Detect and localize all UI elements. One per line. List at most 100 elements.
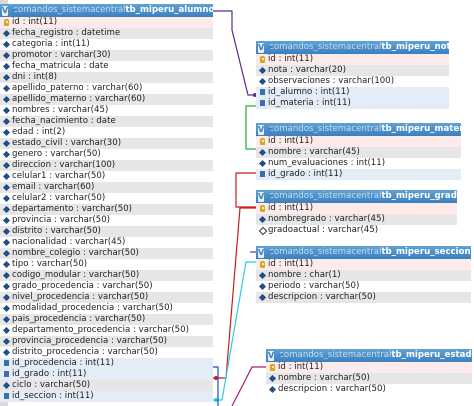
- filled-diamond-icon: [2, 40, 11, 49]
- relation-alumnos-seccion[interactable]: [213, 261, 256, 401]
- column-row[interactable]: descripcion : varchar(50): [266, 384, 472, 395]
- column-row[interactable]: promotor : varchar(30): [0, 50, 213, 61]
- column-row[interactable]: celular1 : varchar(50): [0, 171, 213, 182]
- column-row[interactable]: departamento : varchar(50): [0, 204, 213, 215]
- column-row[interactable]: grado_procedencia : varchar(50): [0, 281, 213, 292]
- database-name: comandos_sistemacentral: [279, 350, 392, 360]
- column-label: descripcion : varchar(50): [278, 384, 386, 394]
- table-tb-miperu-secciones[interactable]: V comandos_sistemacentral tb_miperu_secci…: [256, 246, 471, 303]
- table-header[interactable]: V comandos_sistemacentraltb_miperu_notas: [256, 41, 449, 54]
- column-label: nombre : varchar(45): [268, 147, 360, 157]
- table-tb-miperu-materias[interactable]: V comandos_sistemacentraltb_miperu_mater…: [256, 123, 461, 180]
- column-row[interactable]: observaciones : varchar(100): [256, 76, 449, 87]
- column-row[interactable]: provincia_procedencia : varchar(50): [0, 336, 213, 347]
- table-tb-miperu-alumnos[interactable]: V comandos_sistemacentral tb_miperu_alumn…: [0, 4, 213, 402]
- column-row[interactable]: id_grado : int(11): [256, 169, 461, 180]
- column-label: id_alumno : int(11): [268, 87, 350, 97]
- column-row[interactable]: id : int(11): [0, 17, 213, 28]
- close-icon[interactable]: V: [258, 124, 265, 135]
- column-label: provincia : varchar(50): [12, 215, 111, 225]
- filled-diamond-icon: [2, 282, 11, 291]
- column-row[interactable]: id_seccion : int(11): [0, 391, 213, 402]
- column-row[interactable]: gradoactual : varchar(45): [256, 225, 457, 236]
- table-tb-miperu-estados[interactable]: V comandos_sistemacentral tb_miperu_estad…: [266, 349, 472, 395]
- column-row[interactable]: fecha_registro : datetime: [0, 28, 213, 39]
- column-row[interactable]: edad : int(2): [0, 127, 213, 138]
- filled-diamond-icon: [268, 374, 277, 383]
- column-row[interactable]: id : int(11): [256, 203, 457, 214]
- index-square-icon: [260, 100, 265, 106]
- column-row[interactable]: id_alumno : int(11): [256, 87, 449, 98]
- column-row[interactable]: nota : varchar(20): [256, 65, 449, 76]
- column-row[interactable]: descripcion : varchar(50): [256, 292, 471, 303]
- column-row[interactable]: distrito : varchar(50): [0, 226, 213, 237]
- column-row[interactable]: id : int(11): [266, 362, 472, 373]
- column-row[interactable]: apellido_materno : varchar(60): [0, 94, 213, 105]
- column-row[interactable]: id_materia : int(11): [256, 98, 449, 109]
- column-row[interactable]: id : int(11): [256, 136, 461, 147]
- close-icon[interactable]: V: [258, 247, 265, 258]
- close-icon[interactable]: V: [258, 42, 265, 53]
- column-row[interactable]: nombre : varchar(45): [256, 147, 461, 158]
- column-row[interactable]: id_grado : int(11): [0, 369, 213, 380]
- column-row[interactable]: nombre_colegio : varchar(50): [0, 248, 213, 259]
- column-row[interactable]: nombre : varchar(50): [266, 373, 472, 384]
- column-label: id_grado : int(11): [268, 169, 343, 179]
- column-row[interactable]: apellido_paterno : varchar(60): [0, 83, 213, 94]
- column-row[interactable]: categoria : int(11): [0, 39, 213, 50]
- table-tb-miperu-grados[interactable]: V comandos_sistemacentraltb_miperu_grado…: [256, 190, 457, 236]
- database-name: comandos_sistemacentral: [269, 191, 382, 201]
- table-header[interactable]: V comandos_sistemacentral tb_miperu_estad…: [266, 349, 472, 362]
- column-row[interactable]: pais_procedencia : varchar(50): [0, 314, 213, 325]
- column-row[interactable]: provincia : varchar(50): [0, 215, 213, 226]
- column-row[interactable]: nacionalidad : varchar(45): [0, 237, 213, 248]
- index-square-icon: [4, 360, 9, 366]
- filled-diamond-icon: [2, 216, 11, 225]
- filled-diamond-icon: [268, 385, 277, 394]
- filled-diamond-icon: [2, 293, 11, 302]
- column-row[interactable]: id_procedencia : int(11): [0, 358, 213, 369]
- column-row[interactable]: dni : int(8): [0, 72, 213, 83]
- table-header[interactable]: V comandos_sistemacentral tb_miperu_alumn…: [0, 4, 213, 17]
- relation-materias-grado[interactable]: [235, 172, 258, 208]
- column-row[interactable]: nivel_procedencia : varchar(50): [0, 292, 213, 303]
- filled-diamond-icon: [2, 348, 11, 357]
- column-label: id_grado : int(11): [12, 369, 87, 379]
- table-header[interactable]: V comandos_sistemacentraltb_miperu_grado…: [256, 190, 457, 203]
- column-row[interactable]: num_evaluaciones : int(11): [256, 158, 461, 169]
- table-header[interactable]: V comandos_sistemacentraltb_miperu_mater…: [256, 123, 461, 136]
- column-row[interactable]: modalidad_procedencia : varchar(50): [0, 303, 213, 314]
- column-row[interactable]: fecha_nacimiento : date: [0, 116, 213, 127]
- column-row[interactable]: departamento_procedencia : varchar(50): [0, 325, 213, 336]
- table-name: tb_miperu_notas: [381, 42, 449, 52]
- table-tb-miperu-notas[interactable]: V comandos_sistemacentraltb_miperu_notas…: [256, 41, 449, 109]
- column-row[interactable]: genero : varchar(50): [0, 149, 213, 160]
- column-label: id : int(11): [12, 17, 58, 27]
- filled-diamond-icon: [2, 337, 11, 346]
- column-row[interactable]: distrito_procedencia : varchar(50): [0, 347, 213, 358]
- column-row[interactable]: estado_civil : varchar(30): [0, 138, 213, 149]
- relation-estados[interactable]: [231, 366, 266, 406]
- column-row[interactable]: email : varchar(60): [0, 182, 213, 193]
- column-label: departamento_procedencia : varchar(50): [12, 325, 189, 335]
- column-label: dni : int(8): [12, 72, 58, 82]
- relation-alumnos-grado[interactable]: [213, 207, 256, 379]
- column-row[interactable]: ciclo : varchar(50): [0, 380, 213, 391]
- column-row[interactable]: id : int(11): [256, 54, 449, 65]
- close-icon[interactable]: V: [2, 5, 9, 16]
- column-row[interactable]: direccion : varchar(100): [0, 160, 213, 171]
- column-label: celular2 : varchar(50): [12, 193, 106, 203]
- column-row[interactable]: nombregrado : varchar(45): [256, 214, 457, 225]
- column-row[interactable]: nombres : varchar(45): [0, 105, 213, 116]
- table-header[interactable]: V comandos_sistemacentral tb_miperu_secci…: [256, 246, 471, 259]
- column-row[interactable]: nombre : char(1): [256, 270, 471, 281]
- column-row[interactable]: codigo_modular : varchar(50): [0, 270, 213, 281]
- column-row[interactable]: celular2 : varchar(50): [0, 193, 213, 204]
- relation-notas-alumno[interactable]: [213, 10, 258, 96]
- column-row[interactable]: fecha_matricula : date: [0, 61, 213, 72]
- close-icon[interactable]: V: [258, 191, 265, 202]
- column-row[interactable]: tipo : varchar(50): [0, 259, 213, 270]
- close-icon[interactable]: V: [268, 350, 275, 361]
- column-row[interactable]: id : int(11): [256, 259, 471, 270]
- column-row[interactable]: periodo : varchar(50): [256, 281, 471, 292]
